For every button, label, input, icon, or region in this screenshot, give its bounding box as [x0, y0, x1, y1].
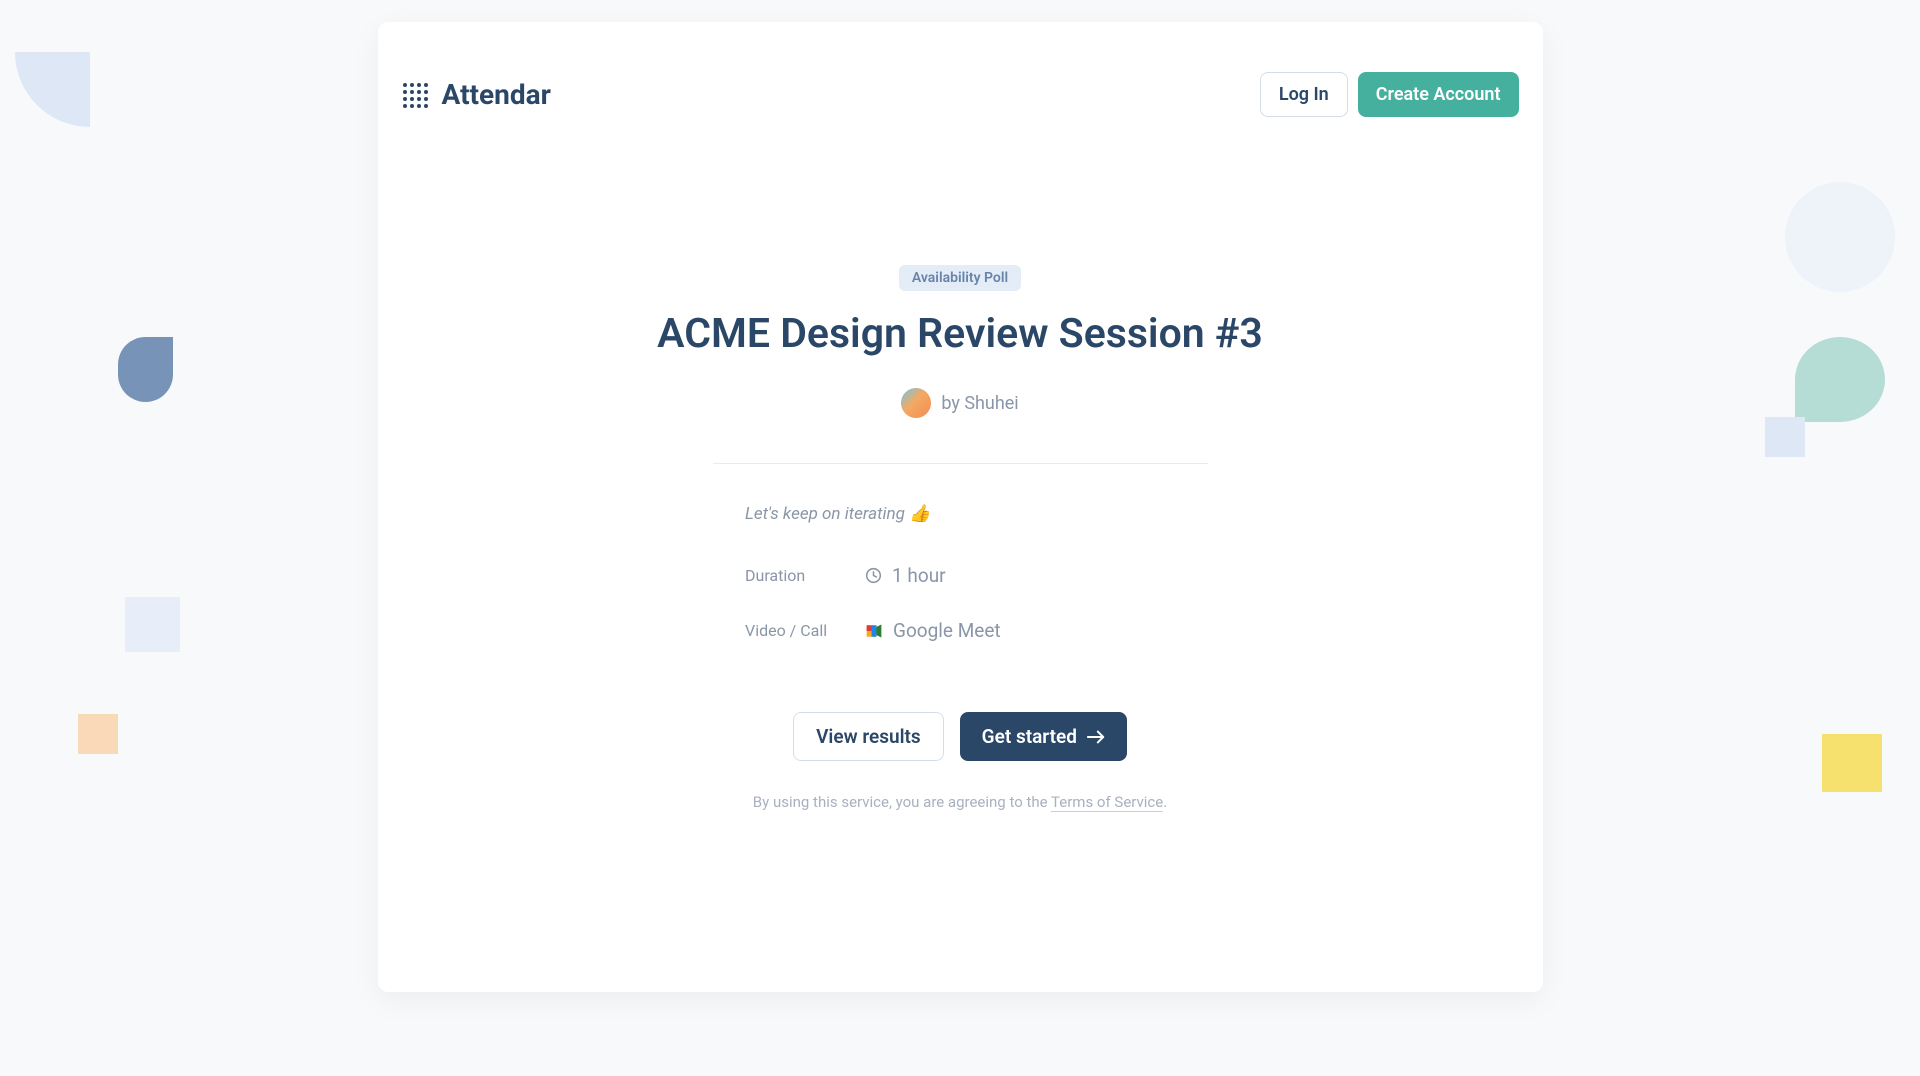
poll-type-badge: Availability Poll [899, 265, 1021, 291]
get-started-button[interactable]: Get started [960, 712, 1127, 761]
tos-link[interactable]: Terms of Service [1051, 793, 1163, 812]
content: Availability Poll ACME Design Review Ses… [640, 265, 1280, 811]
tos-prefix: By using this service, you are agreeing … [753, 793, 1051, 811]
decorative-shape [118, 337, 173, 402]
divider [713, 463, 1208, 464]
author-prefix: by [941, 393, 960, 414]
decorative-shape [15, 52, 90, 127]
video-value-text: Google Meet [893, 619, 1001, 642]
decorative-shape [125, 597, 180, 652]
brand-logo[interactable]: Attendar [402, 78, 551, 111]
video-row: Video / Call Google Meet [745, 619, 1175, 642]
decorative-shape [1765, 417, 1805, 457]
logo-icon [402, 81, 434, 109]
login-button[interactable]: Log In [1260, 72, 1348, 117]
video-label: Video / Call [745, 621, 865, 640]
arrow-right-icon [1087, 730, 1105, 744]
author-row: by Shuhei [640, 388, 1280, 418]
video-value: Google Meet [865, 619, 1001, 642]
header: Attendar Log In Create Account [402, 54, 1519, 135]
duration-label: Duration [745, 566, 865, 585]
clock-icon [865, 567, 882, 584]
tos-text: By using this service, you are agreeing … [640, 793, 1280, 811]
action-row: View results Get started [640, 712, 1280, 761]
view-results-button[interactable]: View results [793, 712, 944, 761]
avatar [901, 388, 931, 418]
duration-row: Duration 1 hour [745, 564, 1175, 587]
brand-name: Attendar [442, 78, 551, 111]
get-started-label: Get started [982, 725, 1077, 748]
tos-suffix: . [1163, 793, 1167, 811]
poll-details: Duration 1 hour Video / Call [745, 564, 1175, 642]
google-meet-icon [865, 623, 883, 639]
main-card: Attendar Log In Create Account Availabil… [378, 22, 1543, 992]
decorative-shape [1822, 734, 1882, 792]
author-text: by Shuhei [941, 393, 1018, 414]
author-name: Shuhei [964, 393, 1018, 414]
page-title: ACME Design Review Session #3 [640, 309, 1280, 360]
header-actions: Log In Create Account [1260, 72, 1519, 117]
decorative-shape [78, 714, 118, 754]
poll-subtitle: Let's keep on iterating 👍 [745, 504, 1175, 524]
create-account-button[interactable]: Create Account [1358, 72, 1519, 117]
duration-value-text: 1 hour [892, 564, 946, 587]
decorative-shape [1785, 182, 1895, 292]
duration-value: 1 hour [865, 564, 946, 587]
decorative-shape [1795, 337, 1885, 422]
